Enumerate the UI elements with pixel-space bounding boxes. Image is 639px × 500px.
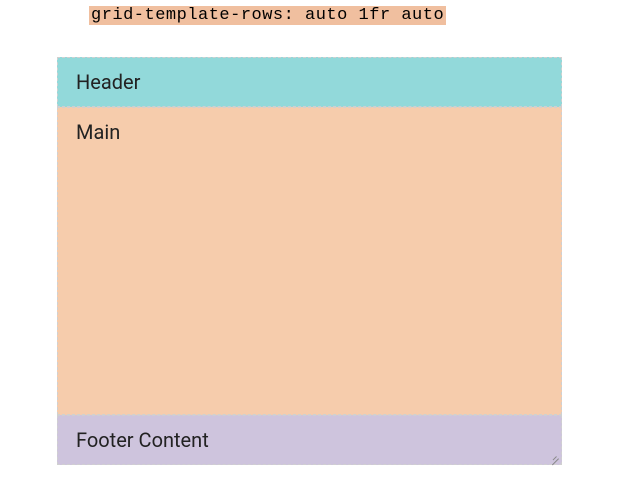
grid-example-container: Header Main Footer Content — [57, 57, 562, 465]
main-text: Main — [76, 120, 120, 144]
grid-header-row: Header — [57, 57, 562, 107]
grid-footer-row: Footer Content — [57, 415, 562, 465]
resize-handle-icon — [547, 450, 559, 462]
footer-text: Footer Content — [76, 428, 209, 452]
header-text: Header — [76, 70, 140, 94]
grid-main-row: Main — [57, 107, 562, 415]
code-snippet-label: grid-template-rows: auto 1fr auto — [89, 6, 446, 25]
